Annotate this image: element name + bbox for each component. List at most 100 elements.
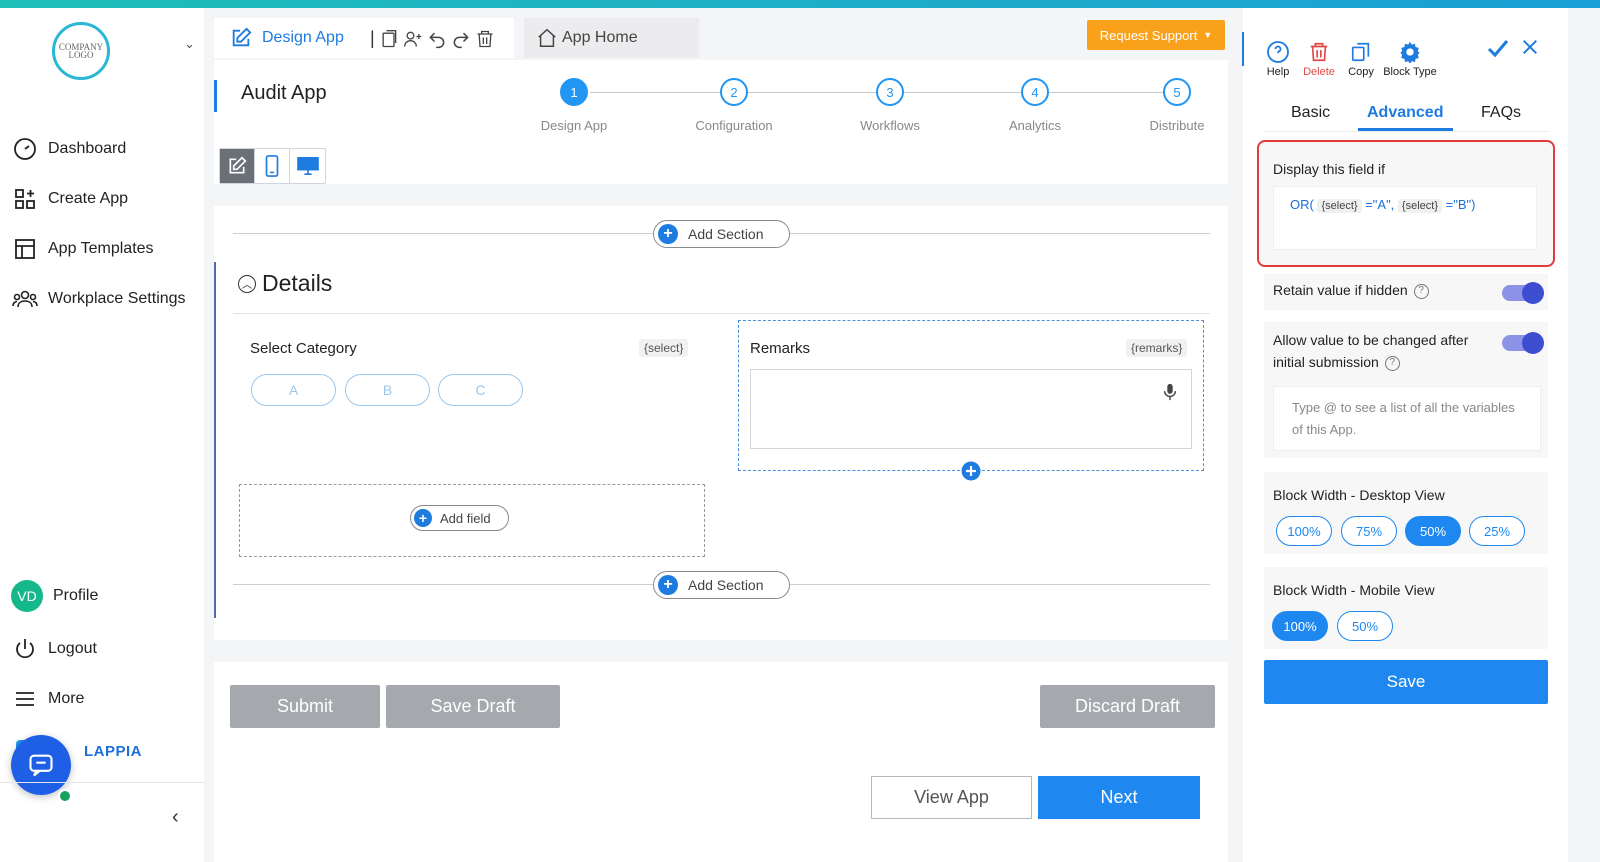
sidebar-item-workplace-settings[interactable]: Workplace Settings (12, 284, 186, 314)
step-distribute[interactable]: 5 Distribute (1117, 78, 1237, 133)
add-field-label: Add field (440, 510, 491, 526)
display-condition-input[interactable]: OR( {select} ="A", {select} ="B") (1273, 186, 1537, 250)
power-icon (12, 636, 38, 662)
plus-icon: + (658, 575, 678, 595)
remarks-textarea[interactable] (750, 369, 1192, 449)
step-design-app[interactable]: 1 Design App (514, 78, 634, 133)
retain-hidden-label: Retain value if hidden? (1273, 279, 1429, 301)
request-support-button[interactable]: Request Support ▼ (1087, 20, 1225, 50)
question-icon[interactable]: ? (1413, 283, 1429, 299)
discard-draft-button[interactable]: Discard Draft (1040, 685, 1215, 728)
grid-plus-icon (12, 186, 38, 212)
check-icon[interactable] (1486, 36, 1510, 60)
divider (1264, 131, 1548, 132)
step-analytics[interactable]: 4 Analytics (975, 78, 1095, 133)
section-title[interactable]: ︿ Details (238, 270, 332, 297)
section-accent (214, 262, 216, 618)
save-button[interactable]: Save (1264, 660, 1548, 704)
mobile-icon (265, 155, 279, 177)
desktop-width-75[interactable]: 75% (1341, 516, 1397, 546)
sidebar-item-more[interactable]: More (12, 684, 84, 714)
sidebar-item-label: Workplace Settings (48, 290, 186, 307)
expr-function: OR( (1290, 197, 1314, 212)
users-icon (12, 286, 38, 312)
delete-label: Delete (1303, 66, 1335, 78)
tab-advanced[interactable]: Advanced (1367, 104, 1443, 122)
save-draft-button[interactable]: Save Draft (386, 685, 560, 728)
add-field-button[interactable]: + Add field (410, 505, 509, 531)
view-app-button[interactable]: View App (871, 776, 1032, 819)
add-section-button[interactable]: + Add Section (653, 571, 790, 599)
add-below-icon[interactable] (961, 461, 981, 481)
sidebar-item-dashboard[interactable]: Dashboard (12, 134, 126, 164)
title-accent (214, 80, 217, 112)
page-title: Audit App (241, 82, 327, 104)
mobile-width-100[interactable]: 100% (1272, 611, 1328, 641)
retain-hidden-text: Retain value if hidden (1273, 282, 1408, 298)
copy-tool[interactable]: Copy (1345, 38, 1377, 78)
step-workflows[interactable]: 3 Workflows (830, 78, 950, 133)
expr-part: ="A", (1365, 197, 1395, 212)
add-user-icon[interactable] (403, 29, 423, 49)
chat-button[interactable] (11, 735, 71, 795)
copy-icon[interactable] (379, 29, 399, 49)
step-number: 3 (876, 78, 904, 106)
undo-icon[interactable] (427, 29, 447, 49)
desktop-view-button[interactable] (290, 149, 325, 183)
collapse-sidebar-icon[interactable]: ‹ (172, 806, 179, 829)
step-configuration[interactable]: 2 Configuration (674, 78, 794, 133)
add-section-label: Add Section (688, 577, 764, 593)
block-type-label: Block Type (1383, 66, 1437, 78)
divider (233, 313, 1210, 314)
sidebar-item-logout[interactable]: Logout (12, 634, 97, 664)
retain-hidden-toggle[interactable] (1502, 282, 1544, 304)
option-b[interactable]: B (345, 374, 430, 406)
sidebar-item-create-app[interactable]: Create App (12, 184, 128, 214)
app-home-tab[interactable]: App Home (524, 18, 699, 58)
redo-icon[interactable] (451, 29, 471, 49)
edit-view-button[interactable] (220, 149, 255, 183)
next-button[interactable]: Next (1038, 776, 1200, 819)
desktop-width-100[interactable]: 100% (1276, 516, 1332, 546)
desktop-width-50[interactable]: 50% (1405, 516, 1461, 546)
trash-icon[interactable] (475, 29, 495, 49)
mobile-width-label: Block Width - Mobile View (1273, 582, 1435, 598)
desktop-width-25[interactable]: 25% (1469, 516, 1525, 546)
sidebar-item-profile[interactable]: VD Profile (11, 580, 99, 612)
mobile-view-button[interactable] (255, 149, 290, 183)
allow-change-label: Allow value to be changed after initial … (1273, 329, 1468, 373)
chevron-down-icon[interactable]: ⌄ (184, 36, 195, 52)
close-icon[interactable] (1521, 38, 1539, 56)
variable-chip: {select} (639, 339, 689, 357)
panel-accent (1242, 32, 1244, 66)
chevron-up-icon[interactable]: ︿ (238, 274, 256, 293)
variable-chip: {remarks} (1126, 339, 1188, 357)
allow-change-condition-input[interactable]: Type @ to see a list of all the variable… (1273, 386, 1541, 451)
edit-icon (229, 156, 247, 174)
allow-change-text-2: initial submission (1273, 354, 1379, 370)
delete-tool[interactable]: Delete (1299, 38, 1339, 78)
option-c[interactable]: C (438, 374, 523, 406)
request-support-label: Request Support (1099, 27, 1198, 43)
microphone-icon[interactable] (1163, 383, 1177, 401)
help-tool[interactable]: Help (1263, 38, 1293, 78)
block-type-tool[interactable]: Block Type (1380, 38, 1440, 78)
tab-faqs[interactable]: FAQs (1481, 104, 1521, 122)
gear-icon (1400, 41, 1420, 63)
tab-basic[interactable]: Basic (1291, 104, 1330, 122)
variable-chip: {select} (1397, 199, 1443, 213)
brand-text: LAPPIA (84, 742, 143, 760)
sidebar-item-label: Profile (53, 587, 99, 604)
sidebar-item-label: App Templates (48, 240, 154, 257)
question-icon[interactable]: ? (1384, 355, 1400, 371)
desktop-icon (296, 157, 319, 175)
sidebar-item-label: Dashboard (48, 140, 127, 157)
step-number: 4 (1021, 78, 1049, 106)
mobile-width-50[interactable]: 50% (1337, 611, 1393, 641)
allow-change-toggle[interactable] (1502, 332, 1544, 354)
add-section-button[interactable]: + Add Section (653, 220, 790, 248)
submit-button[interactable]: Submit (230, 685, 380, 728)
sidebar-item-app-templates[interactable]: App Templates (12, 234, 154, 264)
option-a[interactable]: A (251, 374, 336, 406)
company-logo[interactable]: COMPANY LOGO (52, 22, 110, 80)
